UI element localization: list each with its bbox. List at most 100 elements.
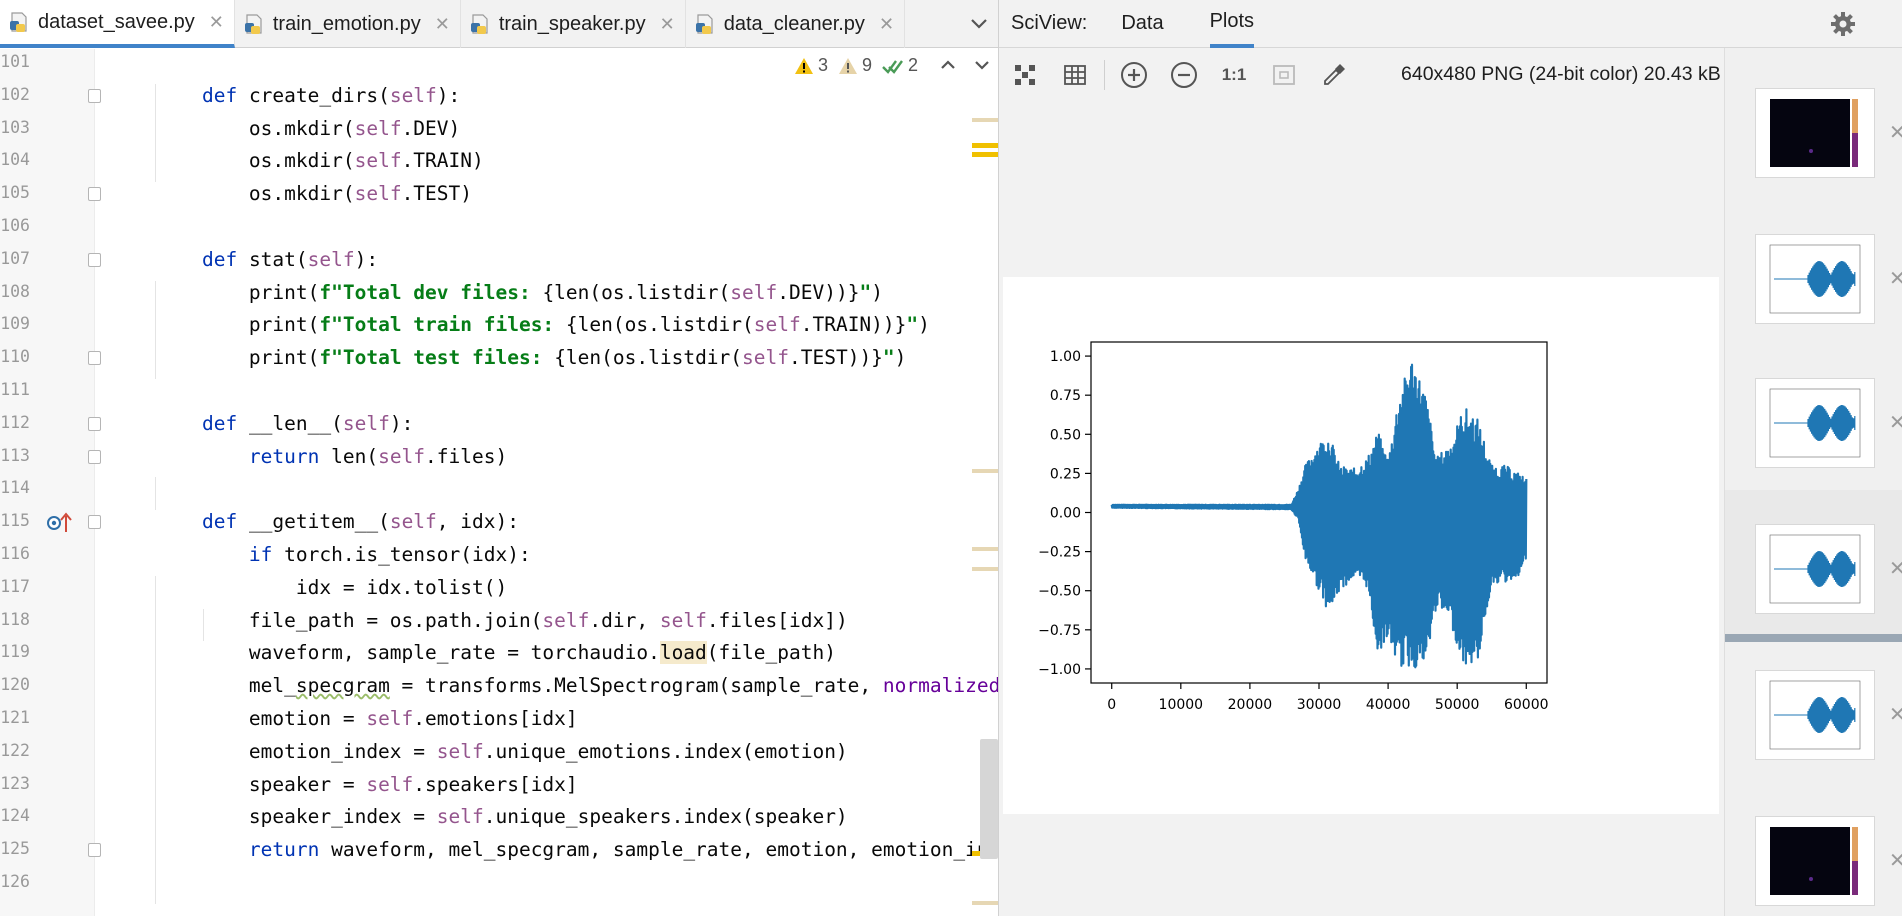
zoom-out-icon[interactable]: [1159, 53, 1209, 97]
warning-icon: [794, 57, 813, 74]
plot-thumbnail[interactable]: [1755, 234, 1875, 324]
code-line[interactable]: emotion_index = self.unique_emotions.ind…: [155, 740, 848, 764]
code-line[interactable]: os.mkdir(self.TRAIN): [155, 149, 484, 173]
prev-highlight-chevron-up-icon[interactable]: [940, 55, 956, 76]
line-number: 120: [0, 675, 30, 695]
code-line[interactable]: mel_specgram = transforms.MelSpectrogram…: [155, 674, 998, 698]
code-line[interactable]: def __len__(self):: [155, 412, 413, 436]
plot-thumbnail[interactable]: [1755, 378, 1875, 468]
fold-marker-icon[interactable]: [88, 252, 101, 267]
code-editor[interactable]: 101 102 103 104 105 106 107 108 109 110 111 112 113 1…: [0, 49, 998, 916]
editor-tab[interactable]: train_emotion.py ✕: [235, 0, 461, 48]
indent-guide: [155, 477, 156, 511]
weak-warning-icon: [838, 57, 857, 74]
tabs-overflow-chevron-icon[interactable]: [960, 0, 998, 47]
plot-thumbnail[interactable]: [1755, 816, 1875, 906]
close-icon[interactable]: ✕: [1889, 848, 1902, 873]
editor-tab[interactable]: train_speaker.py ✕: [461, 0, 686, 48]
line-number: 111: [0, 380, 30, 399]
stripe-mark[interactable]: [972, 547, 998, 551]
close-icon[interactable]: ✕: [879, 14, 894, 35]
code-line[interactable]: return waveform, mel_specgram, sample_ra…: [155, 838, 998, 862]
stripe-mark[interactable]: [972, 901, 998, 905]
thumbnail-separator: [1725, 634, 1902, 642]
close-icon[interactable]: ✕: [1889, 702, 1902, 727]
inspection-widget[interactable]: 3 9 2: [794, 55, 990, 76]
y-tick-label: 0.75: [1050, 388, 1081, 404]
fold-marker-icon[interactable]: [88, 843, 101, 858]
code-line[interactable]: def create_dirs(self):: [155, 84, 460, 108]
gear-icon[interactable]: [1830, 11, 1856, 43]
color-picker-icon[interactable]: [1309, 53, 1359, 97]
line-number: 118: [0, 609, 30, 629]
vertical-scrollbar-thumb[interactable]: [980, 739, 998, 859]
close-icon[interactable]: ✕: [435, 14, 450, 35]
actual-size-button[interactable]: 1:1: [1209, 53, 1259, 97]
sciview-title: SciView:: [1011, 12, 1088, 34]
code-line[interactable]: print(f"Total train files: {len(os.listd…: [155, 313, 930, 337]
editor-tab[interactable]: data_cleaner.py ✕: [686, 0, 906, 48]
code-line[interactable]: return len(self.files): [155, 445, 507, 469]
fold-marker-icon[interactable]: [88, 515, 101, 530]
line-number: 121: [0, 708, 30, 727]
line-number: 105: [0, 183, 30, 203]
code-line[interactable]: speaker = self.speakers[idx]: [155, 773, 578, 797]
fold-marker-icon[interactable]: [88, 88, 101, 103]
plot-canvas[interactable]: 0 10000 20000 30000 40000 50000 60000 1.00 0.75 0…: [1003, 277, 1719, 814]
code-line[interactable]: idx = idx.tolist(): [155, 576, 507, 600]
code-line[interactable]: os.mkdir(self.DEV): [155, 117, 460, 141]
tab-data[interactable]: Data: [1121, 0, 1163, 48]
x-tick-label: 20000: [1228, 697, 1273, 713]
code-line[interactable]: print(f"Total test files: {len(os.listdi…: [155, 346, 907, 370]
line-number: 125: [0, 839, 30, 859]
close-icon[interactable]: ✕: [209, 12, 224, 33]
stripe-mark[interactable]: [972, 143, 998, 148]
code-line[interactable]: def stat(self):: [155, 248, 378, 272]
y-tick-label: −0.25: [1038, 545, 1081, 561]
code-line[interactable]: file_path = os.path.join(self.dir, self.…: [155, 609, 848, 633]
fit-zoom-icon[interactable]: [1000, 53, 1050, 97]
grid-icon[interactable]: [1050, 53, 1100, 97]
code-line[interactable]: waveform, sample_rate = torchaudio.load(…: [155, 641, 836, 665]
fold-marker-icon[interactable]: [88, 351, 101, 366]
stripe-mark[interactable]: [972, 118, 998, 122]
x-tick-label: 0: [1107, 697, 1116, 713]
y-tick-label: 0.25: [1050, 466, 1081, 482]
x-tick-label: 40000: [1366, 697, 1411, 713]
code-line[interactable]: os.mkdir(self.TEST): [155, 182, 472, 206]
line-number: 110: [0, 347, 30, 367]
tab-plots[interactable]: Plots: [1209, 0, 1255, 48]
code-line[interactable]: speaker_index = self.unique_speakers.ind…: [155, 805, 848, 829]
close-icon[interactable]: ✕: [1889, 556, 1902, 581]
overrides-method-icon[interactable]: [46, 512, 74, 539]
line-number: 119: [0, 642, 30, 662]
typo-count[interactable]: 2: [882, 55, 918, 76]
code-line[interactable]: if torch.is_tensor(idx):: [155, 543, 531, 567]
plot-thumbnail[interactable]: [1755, 88, 1875, 178]
x-tick-label: 60000: [1504, 697, 1549, 713]
stripe-mark[interactable]: [972, 152, 998, 157]
code-line[interactable]: def __getitem__(self, idx):: [155, 510, 519, 534]
weak-warning-count[interactable]: 9: [838, 55, 872, 76]
editor-tab[interactable]: dataset_savee.py ✕: [0, 0, 235, 48]
stripe-mark[interactable]: [972, 567, 998, 571]
code-line[interactable]: print(f"Total dev files: {len(os.listdir…: [155, 281, 883, 305]
close-icon[interactable]: ✕: [1889, 120, 1902, 145]
fold-marker-icon[interactable]: [88, 416, 101, 431]
stripe-mark[interactable]: [972, 469, 998, 473]
close-icon[interactable]: ✕: [1889, 266, 1902, 291]
fit-window-icon[interactable]: [1259, 53, 1309, 97]
close-icon[interactable]: ✕: [660, 14, 675, 35]
zoom-in-icon[interactable]: [1109, 53, 1159, 97]
plot-thumbnail[interactable]: [1755, 670, 1875, 760]
close-icon[interactable]: ✕: [1889, 410, 1902, 435]
waveform-thumbnail-image: [1769, 534, 1861, 604]
error-count[interactable]: 3: [794, 55, 828, 76]
plot-thumbnail[interactable]: [1755, 524, 1875, 614]
code-line[interactable]: emotion = self.emotions[idx]: [155, 707, 578, 731]
fold-marker-icon[interactable]: [88, 187, 101, 202]
tab-label: train_speaker.py: [498, 12, 646, 35]
y-tick-label: 1.00: [1050, 349, 1081, 365]
fold-marker-icon[interactable]: [88, 449, 101, 464]
waveform-chart: 0 10000 20000 30000 40000 50000 60000 1.00 0.75 0…: [1038, 341, 1549, 713]
